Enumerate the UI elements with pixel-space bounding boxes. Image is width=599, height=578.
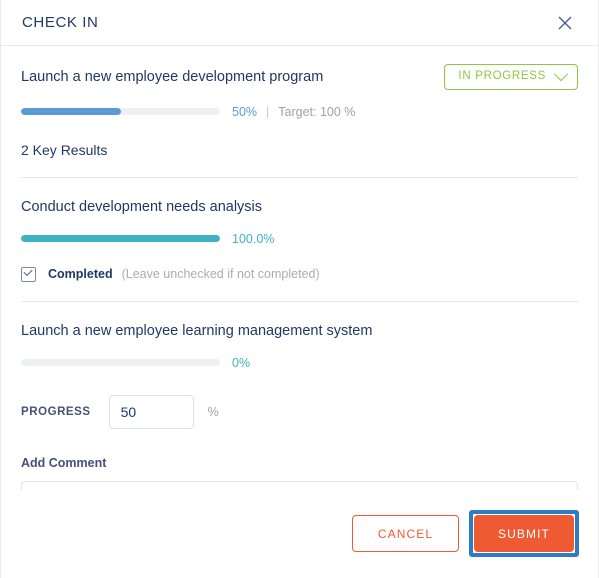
submit-button-focus-ring: SUBMIT <box>469 510 579 557</box>
objective-progress-bar <box>21 108 220 115</box>
objective-progress-fill <box>21 108 121 115</box>
key-result-1: Conduct development needs analysis 100.0… <box>21 178 578 282</box>
key-result-progress-bar <box>21 359 220 366</box>
key-result-progress-bar <box>21 235 220 242</box>
key-result-2: Launch a new employee learning managemen… <box>21 302 578 490</box>
objective-block: Launch a new employee development progra… <box>21 46 578 158</box>
comment-input[interactable] <box>21 480 578 490</box>
progress-input-row: PROGRESS % <box>21 394 578 429</box>
modal-body: Launch a new employee development progra… <box>1 46 598 490</box>
modal-header: CHECK IN <box>1 0 598 46</box>
chevron-down-icon <box>553 66 569 81</box>
objective-target: Target: 100 % <box>278 104 356 119</box>
key-result-progress-value: 100.0% <box>232 231 275 246</box>
key-result-progress-value: 0% <box>232 355 251 370</box>
percent-unit: % <box>207 404 219 419</box>
status-badge[interactable]: IN PROGRESS <box>444 64 578 90</box>
submit-button[interactable]: SUBMIT <box>474 515 574 552</box>
objective-title: Launch a new employee development progra… <box>21 68 324 85</box>
progress-input-label: PROGRESS <box>21 405 91 418</box>
modal-footer: CANCEL SUBMIT <box>1 490 598 578</box>
objective-progress-value: 50% <box>232 104 258 119</box>
page-title: CHECK IN <box>22 14 99 31</box>
key-result-progress-row: 0% <box>21 356 578 370</box>
completed-checkbox-hint: (Leave unchecked if not completed) <box>121 267 320 281</box>
separator: | <box>266 104 270 119</box>
completed-checkbox-label: Completed <box>48 267 113 281</box>
close-icon[interactable] <box>552 10 578 36</box>
comment-label: Add Comment <box>21 455 107 470</box>
check-icon <box>23 266 33 276</box>
key-results-count: 2 Key Results <box>21 141 108 158</box>
cancel-button[interactable]: CANCEL <box>352 515 459 552</box>
completed-checkbox[interactable] <box>21 266 36 282</box>
completed-checkbox-row: Completed (Leave unchecked if not comple… <box>21 266 578 282</box>
progress-input[interactable] <box>108 394 194 429</box>
objective-progress-row: 50% | Target: 100 % <box>21 105 578 119</box>
key-result-progress-row: 100.0% <box>21 232 578 246</box>
key-result-title: Launch a new employee learning managemen… <box>21 322 373 339</box>
check-in-modal: CHECK IN Launch a new employee developme… <box>0 0 599 578</box>
key-result-title: Conduct development needs analysis <box>21 198 263 215</box>
key-result-progress-fill <box>21 235 220 242</box>
status-badge-label: IN PROGRESS <box>458 70 546 82</box>
